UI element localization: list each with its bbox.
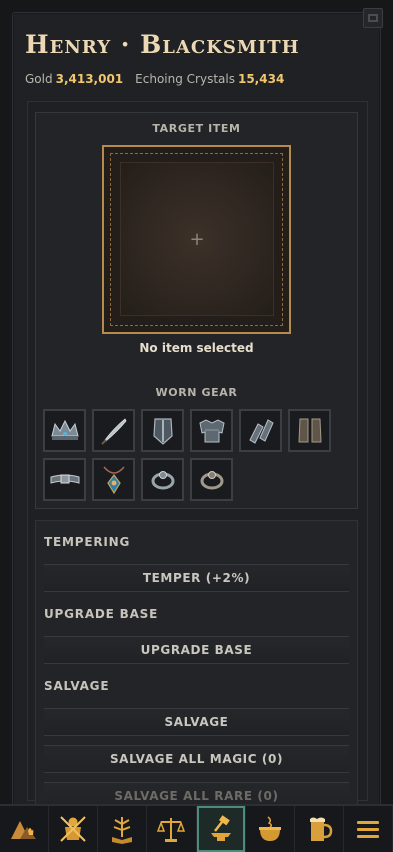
gold-value: 3,413,001 [55,72,124,86]
page-title: Henry · Blacksmith [25,30,300,59]
nav-trade[interactable] [147,806,197,852]
gold-label: Gold [25,72,53,86]
warrior-icon [60,816,86,842]
crown-icon [50,419,79,440]
nav-tavern[interactable] [294,806,344,852]
cauldron-icon [258,816,281,841]
belt-icon [50,474,79,484]
nav-character[interactable] [49,806,99,852]
anvil-hammer-icon [210,815,231,841]
nav-skills[interactable] [98,806,148,852]
gear-slot-feet[interactable] [288,409,331,452]
nav-menu[interactable] [343,806,393,852]
worn-gear-label: WORN GEAR [155,386,238,399]
ring-icon [151,470,174,489]
nav-camp[interactable] [0,806,50,852]
crystals-value: 15,434 [237,72,285,86]
save-icon[interactable] [363,8,383,28]
bottom-nav [0,804,393,852]
nav-blacksmith[interactable] [196,806,246,852]
gear-slot-waist[interactable] [43,458,86,501]
gear-slot-neck[interactable] [92,458,135,501]
tankard-icon [309,817,333,841]
crystals-label: Echoing Crystals [135,72,235,86]
shield-icon [152,417,173,445]
chest-armor-icon [198,418,225,442]
upgrade-base-label: UPGRADE BASE [44,607,159,621]
no-item-text: No item selected [139,341,254,355]
skill-tree-icon [112,817,133,844]
tempering-label: TEMPERING [44,535,131,549]
gear-slot-hands[interactable] [239,409,282,452]
gear-slot-weapon[interactable] [92,409,135,452]
upgrade-base-button[interactable]: UPGRADE BASE [44,636,349,664]
temper-button[interactable]: TEMPER (+2%) [44,564,349,592]
gear-slot-ring-1[interactable] [141,458,184,501]
plus-icon: + [189,228,205,250]
gear-slot-chest[interactable] [190,409,233,452]
gear-slot-ring-2[interactable] [190,458,233,501]
ring-icon [200,470,223,489]
salvage-label: SALVAGE [44,679,110,693]
gauntlets-icon [248,418,274,444]
nav-alchemist[interactable] [245,806,295,852]
camp-icon [11,821,37,839]
target-slot-drop-area[interactable]: + [120,162,274,316]
salvage-all-magic-button[interactable]: SALVAGE ALL MAGIC (0) [44,745,349,773]
currency-bar: Gold 3,413,001 Echoing Crystals 15,434 [25,72,284,86]
sword-icon [100,417,126,445]
target-item-label: TARGET ITEM [152,122,241,135]
scales-icon [157,818,186,842]
gear-slot-offhand[interactable] [141,409,184,452]
amulet-icon [102,466,125,494]
menu-icon [356,821,379,838]
gear-slot-crown[interactable] [43,409,86,452]
boots-icon [297,418,322,442]
salvage-button[interactable]: SALVAGE [44,708,349,736]
